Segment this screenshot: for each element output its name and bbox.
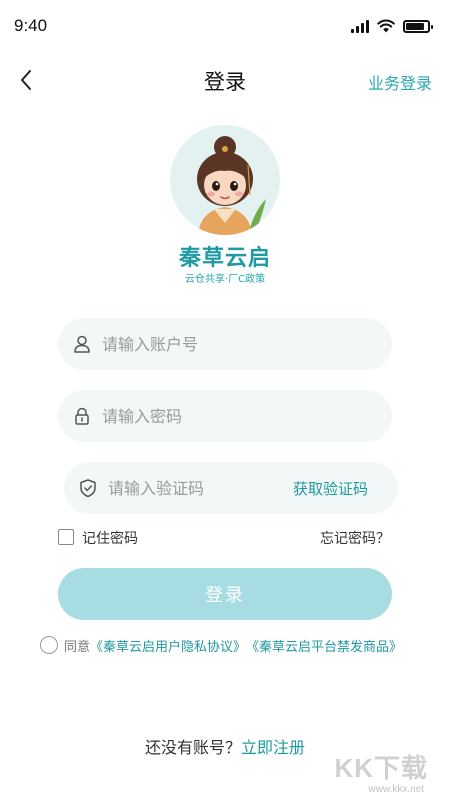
signal-icon: [351, 19, 369, 33]
status-time: 9:40: [14, 16, 48, 35]
status-bar: 9:40: [0, 0, 450, 50]
brand-tagline: 云仓共享·厂C政策: [184, 274, 266, 285]
verification-code-input[interactable]: [108, 478, 278, 498]
register-link[interactable]: 立即注册: [241, 738, 305, 757]
watermark-url: www.kkx.net: [368, 784, 424, 795]
lock-icon: [75, 407, 89, 425]
remember-label[interactable]: 记住密码: [82, 528, 138, 548]
agreement-row: 同意 《秦草云启用户隐私协议》 《秦草云启平台禁发商品》: [40, 634, 440, 656]
account-field[interactable]: [58, 318, 392, 370]
status-icons: [351, 19, 433, 33]
user-icon: [74, 335, 90, 353]
battery-icon: [403, 19, 433, 33]
mascot-illustration: [170, 125, 280, 235]
agreement-prefix: 同意: [64, 639, 91, 655]
watermark: KK下载 www.kkx.net: [302, 748, 432, 798]
shield-check-icon: [80, 479, 96, 498]
privacy-policy-link[interactable]: 《秦草云启用户隐私协议》: [90, 636, 246, 655]
remember-checkbox[interactable]: [58, 529, 74, 545]
forgot-password-link[interactable]: 忘记密码？: [320, 528, 390, 548]
get-code-button[interactable]: 获取验证码: [293, 478, 368, 499]
agreement-radio[interactable]: [40, 636, 58, 654]
watermark-logo: KK下载: [334, 753, 428, 783]
login-button[interactable]: 登录: [58, 568, 392, 620]
password-field[interactable]: [58, 390, 392, 442]
wifi-icon: [377, 19, 395, 33]
verification-code-field[interactable]: 获取验证码: [64, 462, 398, 514]
nav-bar: 登录 业务登录: [0, 56, 450, 104]
battery-level: [406, 22, 424, 30]
register-prompt: 还没有账号？: [144, 738, 241, 757]
avatar: [170, 125, 280, 235]
business-login-link[interactable]: 业务登录: [368, 70, 432, 94]
password-input[interactable]: [102, 406, 392, 426]
brand-name: 秦草云启: [178, 246, 271, 271]
remember-row: 记住密码 忘记密码？: [58, 528, 392, 548]
account-input[interactable]: [102, 334, 392, 354]
prohibited-goods-link[interactable]: 《秦草云启平台禁发商品》: [246, 636, 402, 655]
